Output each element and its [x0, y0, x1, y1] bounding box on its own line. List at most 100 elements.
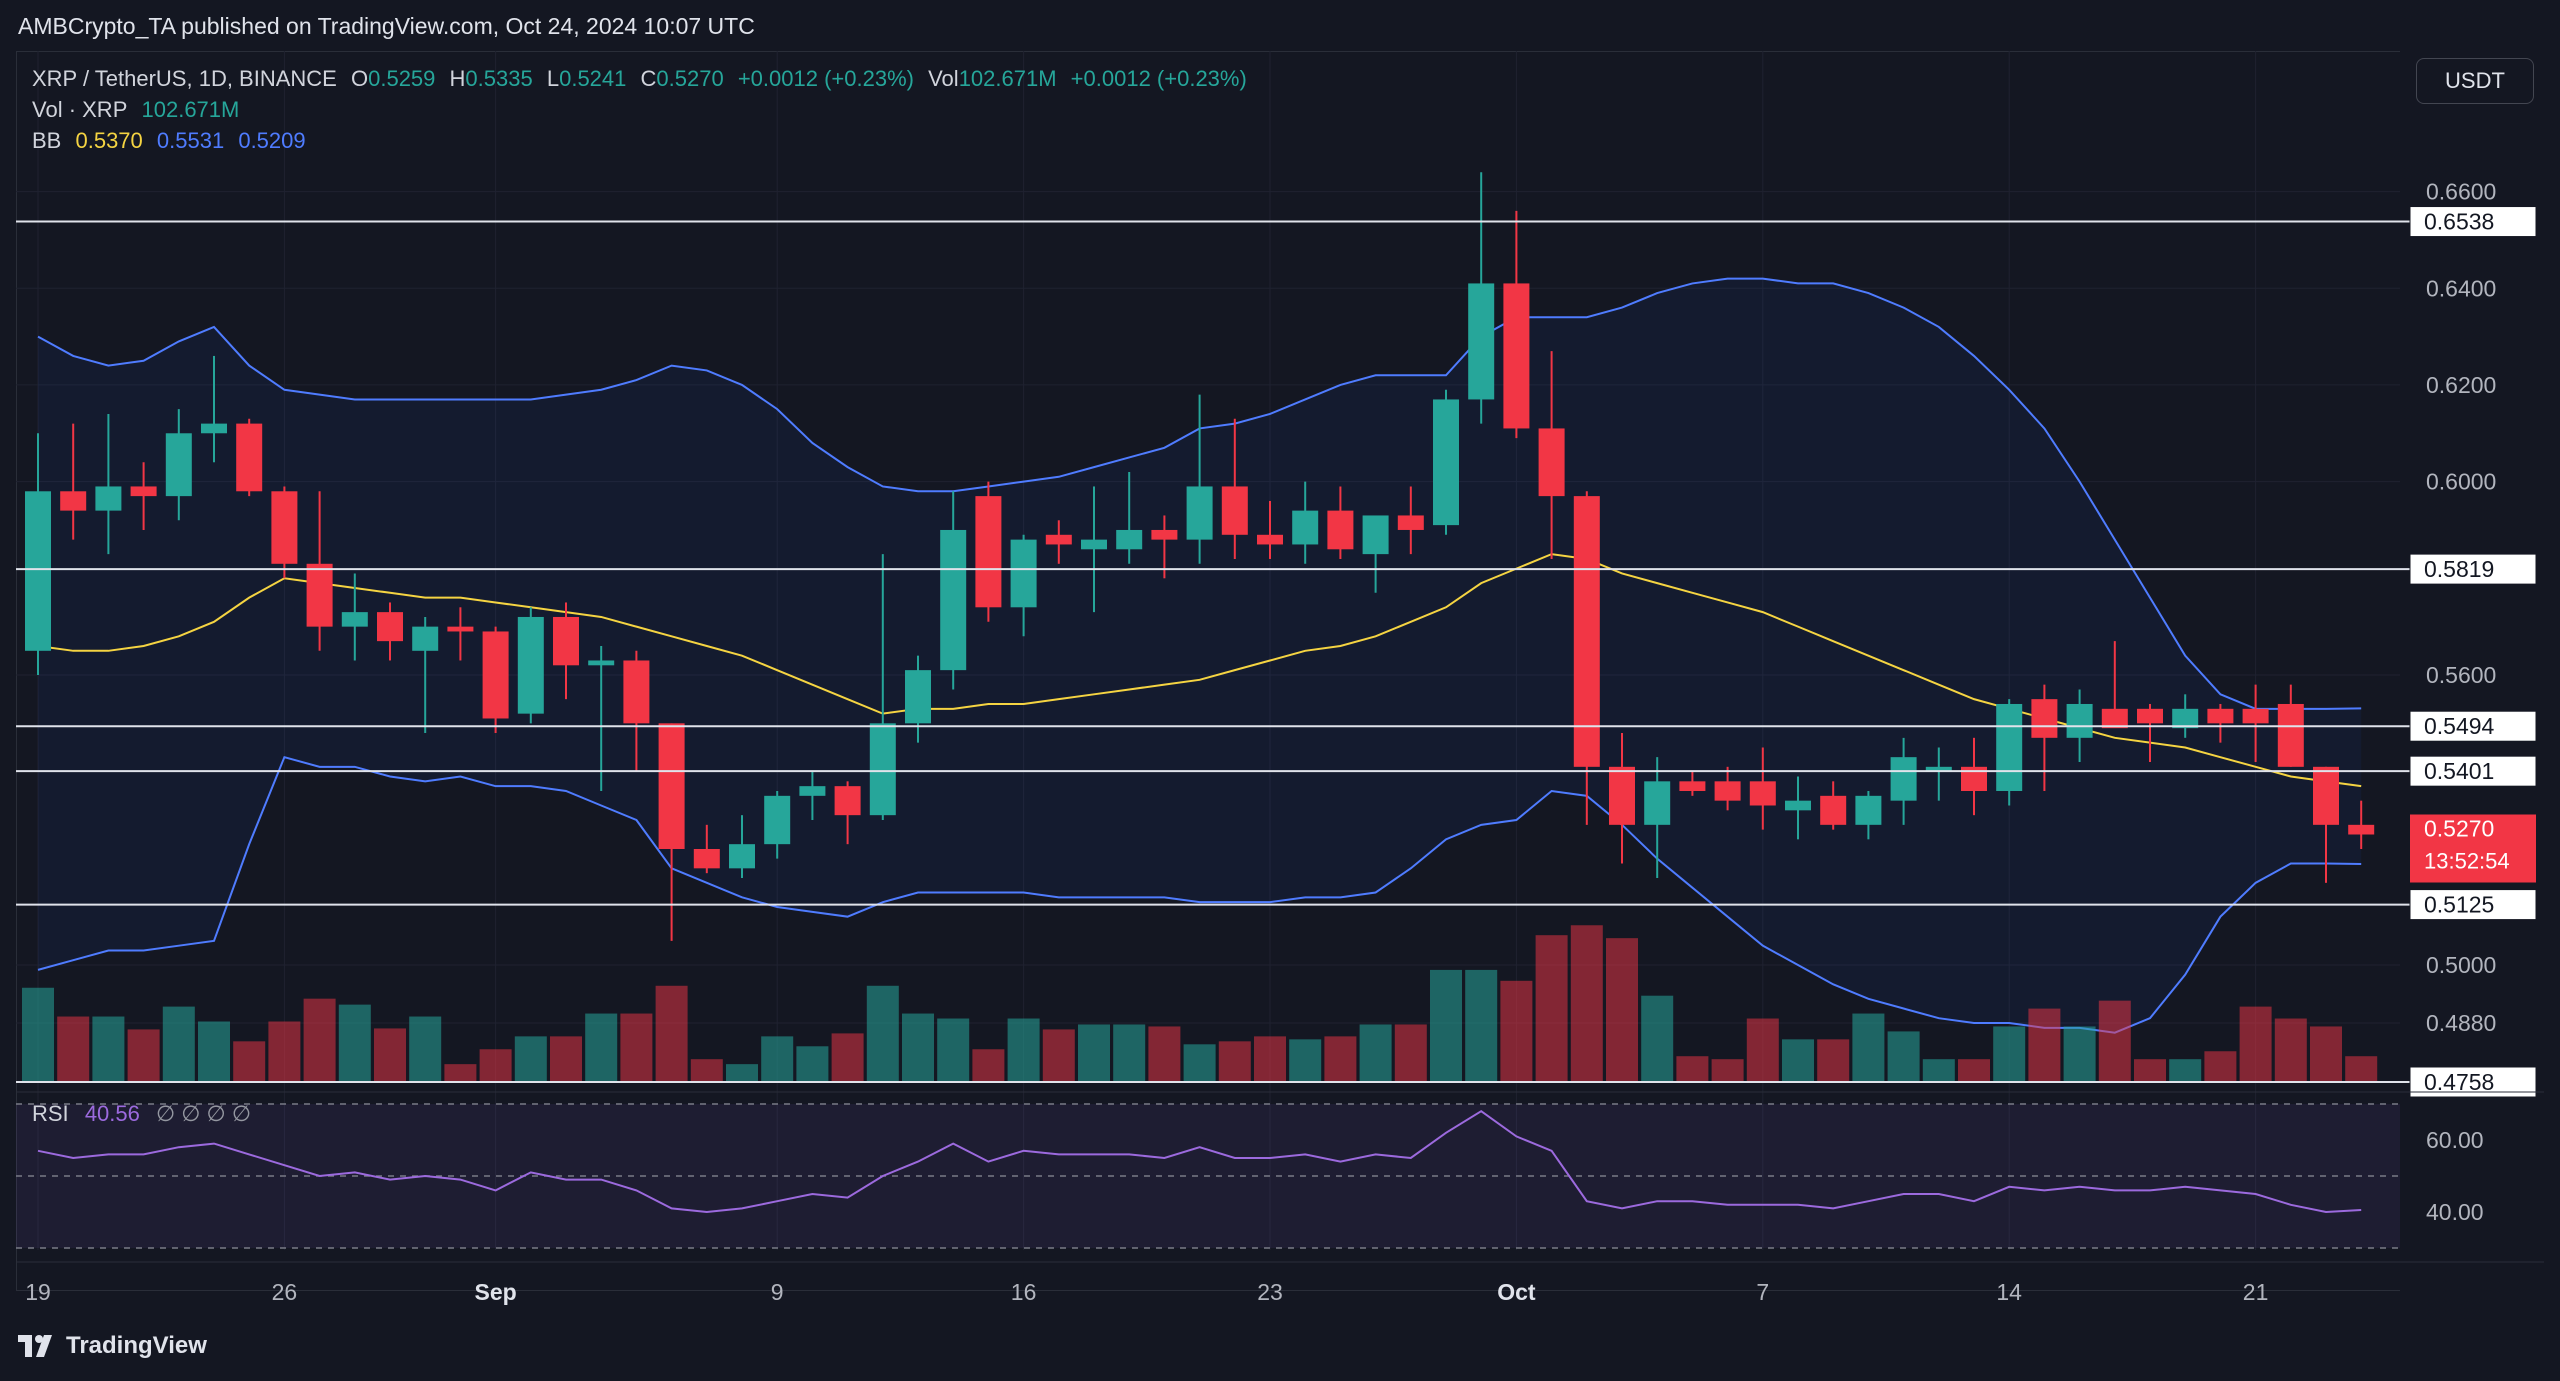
level-tag-text: 0.5401 [2424, 758, 2494, 784]
candle-body [2313, 766, 2339, 825]
candle-body [1609, 766, 1635, 825]
volume-bar [902, 1013, 934, 1082]
legend-volume: Vol · XRP 102.671M [32, 97, 247, 123]
volume-bar [1324, 1036, 1357, 1082]
candle-body [975, 496, 1002, 608]
volume-bar [1465, 969, 1498, 1082]
candle-body [1045, 534, 1072, 545]
candle-body [377, 612, 403, 642]
volume-bar [444, 1064, 477, 1082]
volume-bar [1782, 1039, 1814, 1082]
candle-body [1644, 781, 1671, 825]
volume-bar [2134, 1059, 2166, 1082]
volume-bar [1852, 1013, 1885, 1082]
volume-bar [1113, 1024, 1146, 1082]
volume-bar [1359, 1024, 1392, 1082]
x-tick-label: Oct [1497, 1279, 1536, 1305]
volume-bar [409, 1016, 442, 1082]
volume-bar [2028, 1008, 2061, 1082]
volume-bar [162, 1006, 195, 1082]
rsi-axis-label: 40.00 [2426, 1199, 2484, 1225]
candle-body [553, 616, 579, 666]
volume-bar [972, 1049, 1005, 1082]
volume-bar [92, 1016, 125, 1082]
candle-body [2031, 699, 2058, 738]
candle-body [588, 660, 615, 666]
volume-bar [2098, 1000, 2131, 1082]
volume-bar [1430, 969, 1462, 1082]
legend-open: 0.5259 [368, 66, 436, 91]
candle-body [1433, 399, 1459, 526]
candle-body [412, 626, 439, 651]
candle-body [271, 491, 298, 564]
tradingview-logo[interactable]: TradingView [18, 1332, 207, 1360]
volume-bar [198, 1021, 230, 1082]
candle-body [1785, 800, 1811, 811]
volume-bar [2169, 1059, 2202, 1082]
legend-bb-mid: 0.5370 [75, 128, 143, 153]
candle-body [2066, 703, 2093, 738]
legend-bb-upper: 0.5531 [156, 128, 225, 153]
legend-close: 0.5270 [656, 66, 724, 91]
y-tick-label: 0.5000 [2426, 952, 2496, 978]
x-tick-label: 26 [272, 1279, 298, 1305]
candle-body [1820, 795, 1847, 825]
y-tick-label: 0.5600 [2426, 662, 2496, 688]
candle-body [1468, 283, 1495, 400]
legend-high: 0.5335 [465, 66, 533, 91]
volume-bar [127, 1029, 160, 1082]
y-tick-label: 0.6200 [2426, 372, 2496, 398]
volume-bar [1254, 1036, 1286, 1082]
legend-ohlc: XRP / TetherUS, 1D, BINANCE O0.5259 H0.5… [32, 66, 1255, 92]
candle-body [2137, 708, 2163, 724]
volume-bar [1183, 1044, 1216, 1082]
legend-change: +0.0012 (+0.23%) [737, 66, 914, 91]
candle-body [729, 844, 755, 869]
level-tag-text: 0.6538 [2424, 209, 2494, 235]
brand-text: TradingView [66, 1332, 207, 1359]
legend-bb-label: BB [32, 128, 62, 153]
volume-bar [1993, 1026, 2026, 1082]
volume-bar [233, 1041, 266, 1082]
currency-button[interactable]: USDT [2416, 58, 2534, 104]
volume-bar [796, 1046, 829, 1082]
bb-cloud [38, 278, 2362, 1033]
y-tick-label: 0.6400 [2426, 275, 2496, 301]
volume-bar [655, 985, 688, 1082]
last-price-countdown: 13:52:54 [2424, 848, 2510, 873]
x-tick-label: 14 [1996, 1279, 2022, 1305]
candle-body [1292, 510, 1319, 545]
candle-body [764, 795, 791, 845]
candle-body [1116, 529, 1143, 550]
candle-body [799, 786, 826, 796]
legend-symbol: XRP / TetherUS, 1D, BINANCE [32, 66, 337, 91]
volume-bar [1535, 935, 1568, 1082]
x-tick-label: Sep [475, 1279, 517, 1305]
volume-bar [2239, 1006, 2272, 1082]
x-tick-label: 16 [1011, 1279, 1037, 1305]
volume-bar [514, 1036, 547, 1082]
legend-bb-lower: 0.5209 [238, 128, 306, 153]
volume-bar [1394, 1024, 1427, 1082]
volume-bar [57, 1016, 90, 1082]
candle-body [658, 723, 685, 850]
candle-body [1538, 428, 1565, 497]
candle-body [869, 723, 896, 816]
volume-bar [479, 1049, 512, 1082]
candle-body [201, 423, 227, 434]
volume-bar [1148, 1026, 1181, 1082]
price-chart[interactable]: 19 26 Sep 9 16 23 Oct 7 14 21 0.6600 0.6400 0.6200 0.… [0, 0, 2560, 1381]
volume-bar [303, 998, 336, 1082]
tradingview-logo-icon [18, 1335, 52, 1357]
legend-c-label: C [640, 66, 657, 91]
x-tick-label: 7 [1756, 1279, 1769, 1305]
level-tag-text: 0.5494 [2424, 713, 2495, 739]
legend-low: 0.5241 [559, 66, 627, 91]
volume-bar [2345, 1056, 2378, 1082]
volume-bar [1711, 1059, 1744, 1082]
volume-bar [338, 1004, 371, 1082]
candle-body [165, 433, 192, 497]
x-tick-label: 19 [25, 1279, 51, 1305]
volume-bar [937, 1018, 970, 1082]
volume-bar [1958, 1059, 1990, 1082]
